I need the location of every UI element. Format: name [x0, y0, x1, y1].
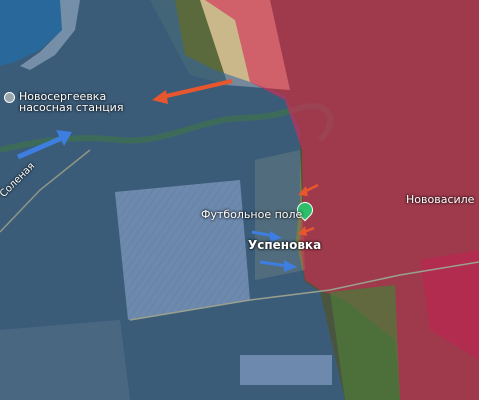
label-football-field: Футбольное поле [201, 208, 303, 221]
label-uspenovka: Успеновка [248, 238, 322, 252]
label-pump-station-line2: насосная станция [19, 101, 124, 114]
map-view[interactable]: Новосергеевка насосная станция Соленая Ф… [0, 0, 479, 400]
pump-station-marker[interactable] [4, 92, 15, 103]
label-novovasilevka: Нововасиле [406, 193, 475, 206]
